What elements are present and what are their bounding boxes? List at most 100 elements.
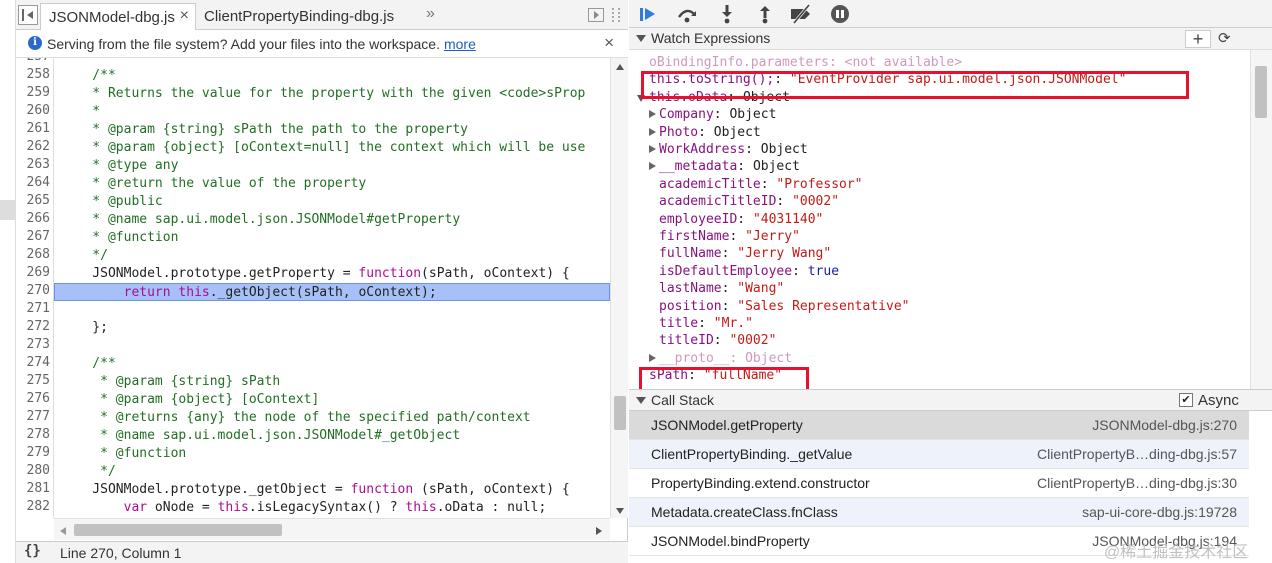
- line-number[interactable]: 263: [16, 157, 50, 172]
- line-number[interactable]: 265: [16, 193, 50, 208]
- line-number[interactable]: 261: [16, 121, 50, 136]
- watch-expression-row[interactable]: academicTitle: "Professor": [659, 176, 863, 193]
- step-over-button[interactable]: [675, 4, 699, 24]
- line-number[interactable]: 281: [16, 481, 50, 496]
- line-number[interactable]: 271: [16, 301, 50, 316]
- watch-value: "Professor": [776, 176, 863, 192]
- line-number[interactable]: 279: [16, 445, 50, 460]
- line-number[interactable]: 262: [16, 139, 50, 154]
- line-number[interactable]: 264: [16, 175, 50, 190]
- horizontal-scrollbar[interactable]: [54, 518, 610, 540]
- scroll-thumb[interactable]: [614, 396, 626, 430]
- deactivate-breakpoints-button[interactable]: [789, 4, 813, 24]
- pause-on-exceptions-button[interactable]: [829, 4, 853, 24]
- call-frame-location[interactable]: ClientPropertyB…ding-dbg.js:30: [1037, 475, 1237, 491]
- scroll-thumb[interactable]: [1255, 66, 1267, 118]
- refresh-icon[interactable]: ⟳: [1218, 29, 1231, 47]
- red-highlight-tostring: [641, 71, 1189, 99]
- watch-expressions-header[interactable]: Watch Expressions + ⟳: [629, 28, 1272, 50]
- step-into-button[interactable]: [715, 4, 739, 24]
- line-number[interactable]: 260: [16, 103, 50, 118]
- watch-value: "Jerry": [745, 229, 800, 244]
- line-number[interactable]: 258: [16, 67, 50, 82]
- watch-expression-row[interactable]: title: "Mr.": [659, 315, 753, 332]
- watch-key: WorkAddress: [659, 142, 746, 157]
- tab-jsonmodel-dbg[interactable]: JSONModel-dbg.js ×: [40, 3, 196, 30]
- tab-clientpropertybinding-dbg[interactable]: ClientPropertyBinding-dbg.js: [196, 3, 416, 30]
- scroll-up-icon[interactable]: [616, 64, 624, 70]
- call-frame-function: Metadata.createClass.fnClass: [651, 504, 838, 520]
- watch-expression-row[interactable]: employeeID: "4031140": [659, 211, 823, 228]
- line-number[interactable]: 267: [16, 229, 50, 244]
- resume-button[interactable]: [637, 4, 661, 24]
- step-out-icon: [760, 6, 770, 24]
- line-number[interactable]: 270: [16, 283, 50, 298]
- expand-triangle-icon[interactable]: [649, 353, 656, 362]
- more-tabs-icon[interactable]: »: [426, 5, 435, 23]
- line-number-gutter[interactable]: 257 258 259 260 261 262 263 264 265 266 267 268 269 2…: [16, 58, 54, 518]
- line-number[interactable]: 272: [16, 319, 50, 334]
- line-number[interactable]: 278: [16, 427, 50, 442]
- line-number[interactable]: 273: [16, 337, 50, 352]
- scroll-right-icon[interactable]: [596, 527, 602, 535]
- more-link[interactable]: more: [444, 36, 476, 52]
- add-expression-button[interactable]: +: [1185, 30, 1211, 48]
- expand-triangle-icon[interactable]: [649, 110, 656, 119]
- watch-expression-row[interactable]: Company: Object: [659, 106, 776, 123]
- watch-expression-row[interactable]: firstName: "Jerry": [659, 228, 800, 245]
- async-checkbox[interactable]: ✔: [1179, 393, 1193, 407]
- vertical-scrollbar[interactable]: [1250, 50, 1272, 390]
- call-frame-location[interactable]: JSONModel-dbg.js:270: [1092, 417, 1237, 433]
- close-icon[interactable]: ×: [604, 33, 614, 53]
- line-number[interactable]: 269: [16, 265, 50, 280]
- line-number[interactable]: 277: [16, 409, 50, 424]
- line-number[interactable]: 275: [16, 373, 50, 388]
- call-frame[interactable]: JSONModel.getProperty JSONModel-dbg.js:27…: [629, 411, 1249, 440]
- pretty-print-icon[interactable]: {}: [24, 543, 41, 559]
- expand-triangle-icon[interactable]: [649, 162, 656, 171]
- call-frame[interactable]: ClientPropertyBinding._getValue ClientPro…: [629, 440, 1249, 469]
- scroll-down-icon[interactable]: [616, 508, 624, 514]
- watch-separator: :: [721, 281, 738, 297]
- vertical-scrollbar[interactable]: [610, 58, 628, 518]
- line-number[interactable]: 280: [16, 463, 50, 478]
- watch-expression-row[interactable]: fullName: "Jerry Wang": [659, 245, 831, 262]
- expand-triangle-icon[interactable]: [649, 127, 656, 136]
- call-frame[interactable]: PropertyBinding.extend.constructor Client…: [629, 469, 1249, 498]
- call-frame[interactable]: Metadata.createClass.fnClass sap-ui-core-…: [629, 498, 1249, 527]
- watch-expression-row[interactable]: WorkAddress: Object: [659, 141, 808, 158]
- expand-triangle-icon[interactable]: [649, 145, 656, 153]
- scroll-left-icon[interactable]: [60, 527, 66, 535]
- watch-expression-row[interactable]: __proto__: Object: [659, 350, 792, 367]
- line-number[interactable]: 268: [16, 247, 50, 262]
- drag-handle-icon[interactable]: [612, 8, 620, 22]
- watch-expression-row[interactable]: titleID: "0002": [659, 332, 776, 349]
- watch-separator: :: [745, 142, 761, 157]
- watch-expression-row[interactable]: position: "Sales Representative": [659, 298, 909, 315]
- line-number[interactable]: 282: [16, 499, 50, 514]
- watch-expression-row[interactable]: oBindingInfo.parameters: <not available>: [649, 54, 962, 71]
- call-stack-header[interactable]: Call Stack ✔ Async: [629, 389, 1272, 411]
- line-number[interactable]: 266: [16, 211, 50, 226]
- watch-expression-row[interactable]: lastName: "Wang": [659, 280, 784, 297]
- line-number[interactable]: 276: [16, 391, 50, 406]
- watch-expression-row[interactable]: academicTitleID: "0002": [659, 193, 839, 210]
- toggle-navigator-icon[interactable]: [18, 5, 38, 25]
- watch-expression-row[interactable]: isDefaultEmployee: true: [659, 263, 839, 280]
- scroll-thumb[interactable]: [74, 524, 282, 536]
- toggle-debugger-icon[interactable]: [588, 8, 604, 22]
- close-icon[interactable]: ×: [180, 7, 189, 25]
- call-frame-location[interactable]: sap-ui-core-dbg.js:19728: [1082, 504, 1237, 520]
- line-number[interactable]: 283: [16, 517, 50, 518]
- watch-expression-row[interactable]: __metadata: Object: [659, 158, 800, 175]
- watermark: @稀土掘金技术社区: [1104, 544, 1249, 561]
- step-out-button[interactable]: [753, 4, 777, 24]
- line-number[interactable]: 257: [16, 58, 50, 64]
- code-editor[interactable]: 257 258 259 260 261 262 263 264 265 266 267 268 269 2…: [16, 58, 628, 518]
- line-number[interactable]: 259: [16, 85, 50, 100]
- watch-expression-row[interactable]: Photo: Object: [659, 124, 761, 141]
- line-number[interactable]: 274: [16, 355, 50, 370]
- call-frame-location[interactable]: ClientPropertyB…ding-dbg.js:57: [1037, 446, 1237, 462]
- code-line: * Returns the value for the property wit…: [61, 86, 586, 101]
